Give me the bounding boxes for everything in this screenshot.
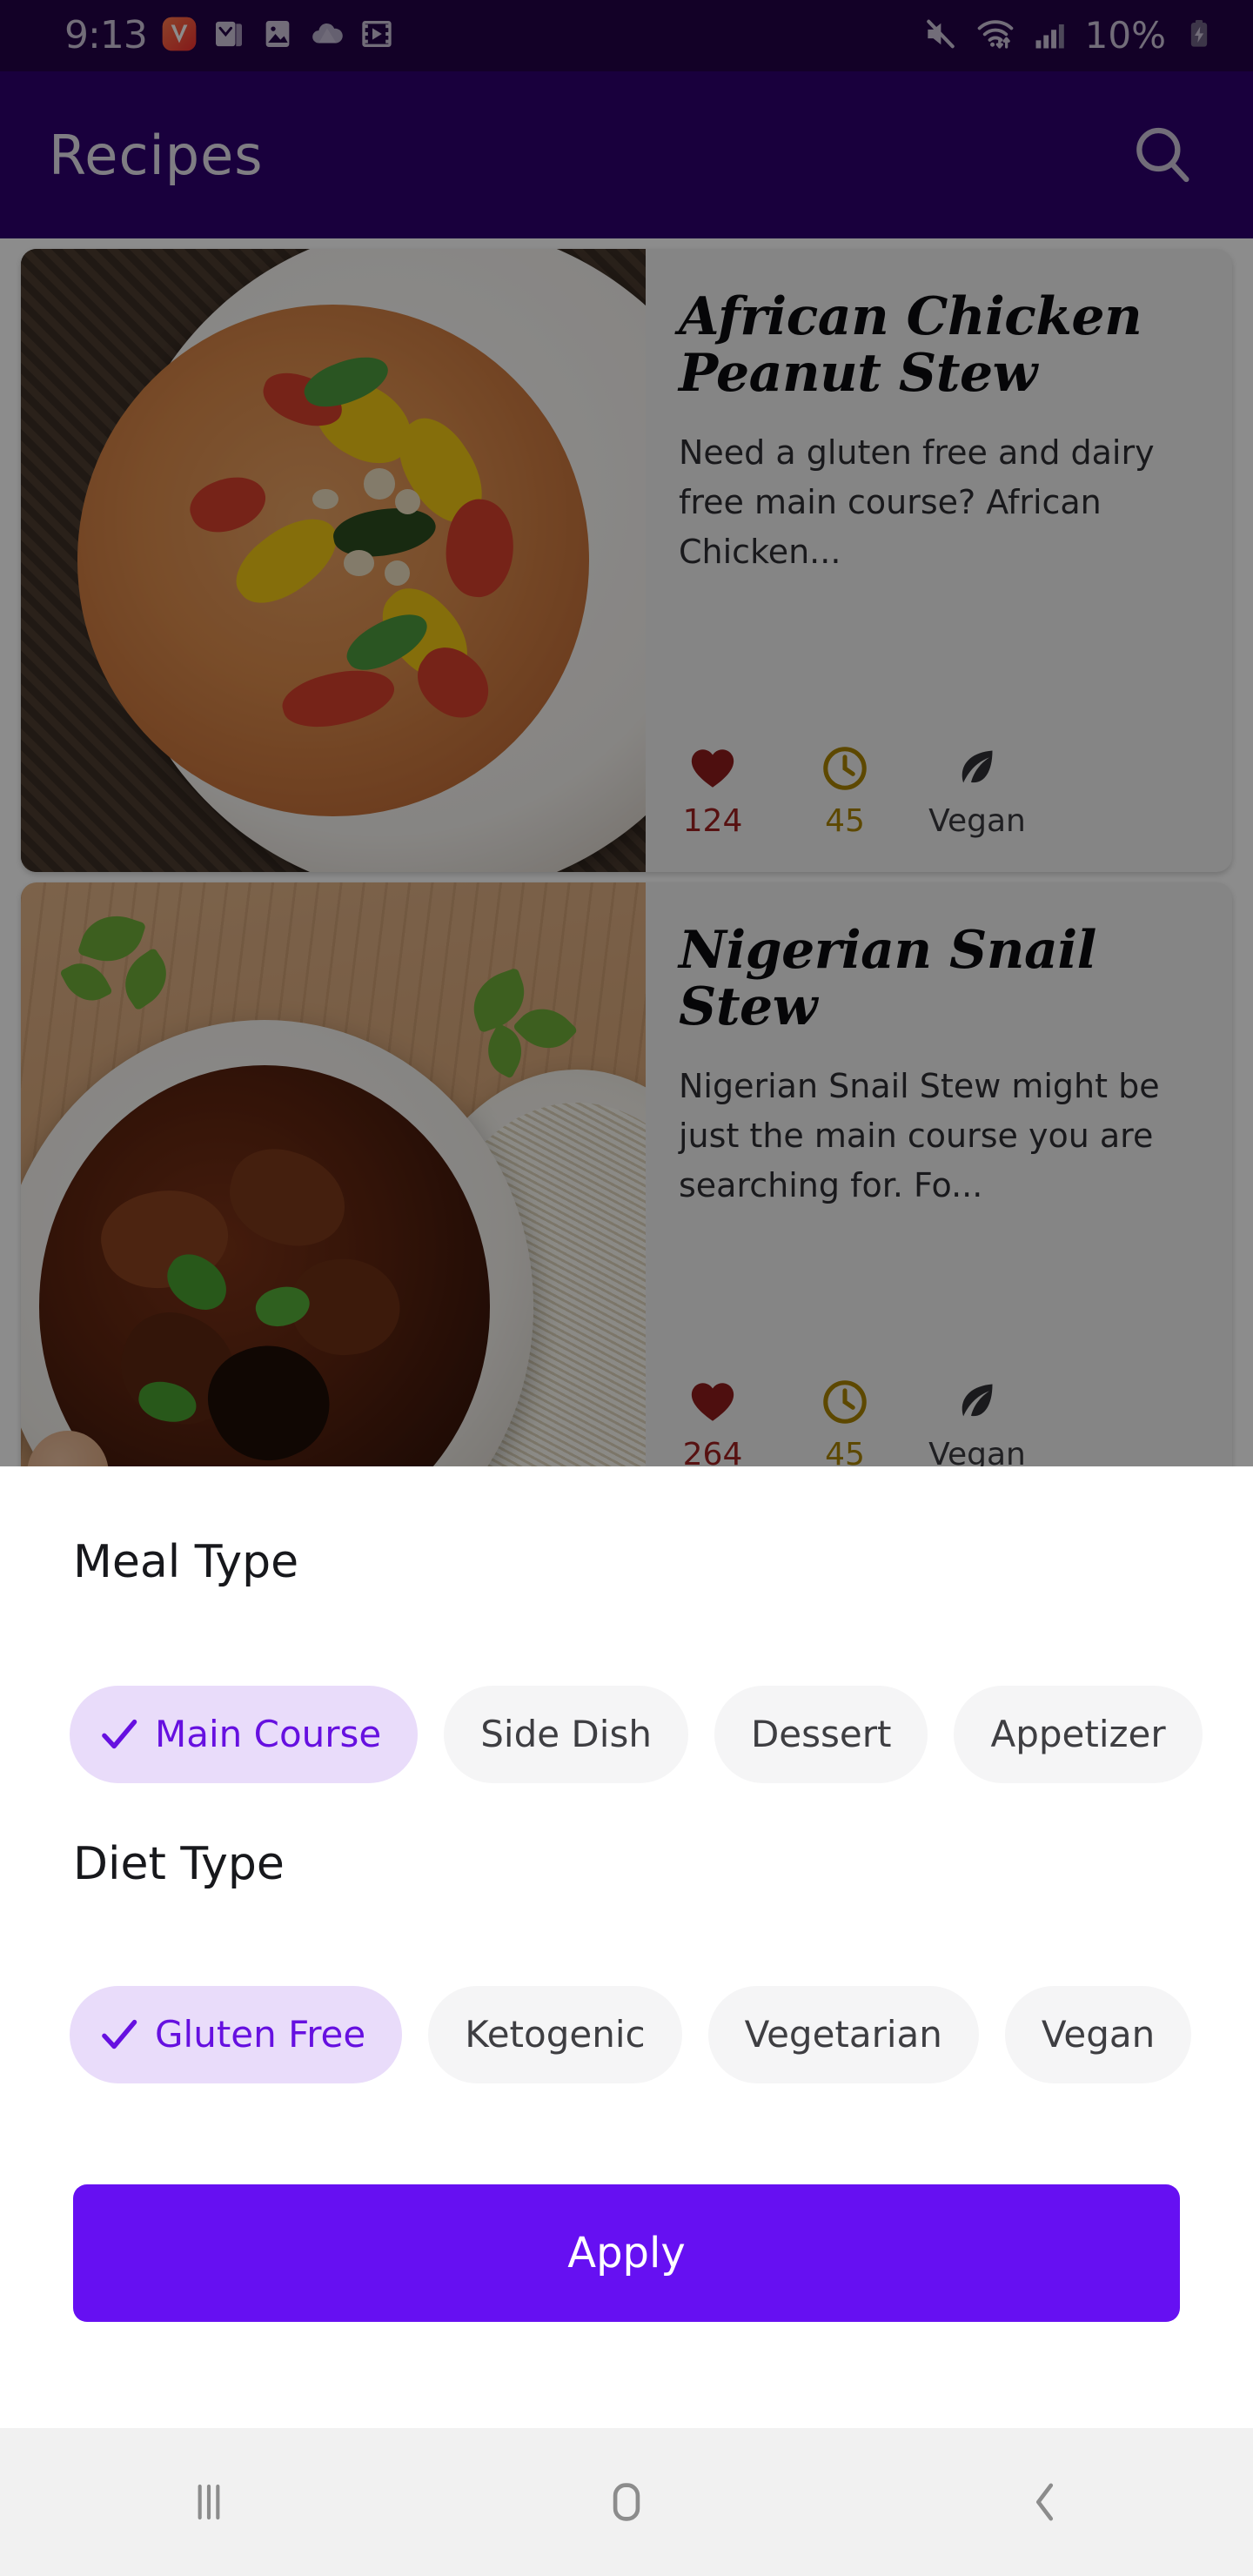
chip-vegan[interactable]: Vegan xyxy=(1004,1986,1192,2083)
meal-type-chip-row[interactable]: Main Course Side Dish Dessert Appetizer xyxy=(0,1682,1253,1787)
chip-appetizer[interactable]: Appetizer xyxy=(954,1686,1203,1783)
chip-label: Dessert xyxy=(750,1713,892,1755)
chip-label: Side Dish xyxy=(480,1713,652,1755)
chip-label: Appetizer xyxy=(990,1713,1166,1755)
system-nav-bar xyxy=(0,2428,1253,2576)
chip-side-dish[interactable]: Side Dish xyxy=(444,1686,688,1783)
chip-main-course[interactable]: Main Course xyxy=(70,1686,419,1783)
check-icon xyxy=(96,2011,143,2058)
diet-type-chip-row[interactable]: Gluten Free Ketogenic Vegetarian Vegan xyxy=(0,1982,1253,2087)
chip-dessert[interactable]: Dessert xyxy=(714,1686,928,1783)
back-icon[interactable] xyxy=(835,2428,1253,2576)
chip-label: Gluten Free xyxy=(155,2013,366,2056)
chip-gluten-free[interactable]: Gluten Free xyxy=(70,1986,403,2083)
meal-type-heading: Meal Type xyxy=(73,1536,299,1588)
home-icon[interactable] xyxy=(418,2428,835,2576)
chip-label: Vegetarian xyxy=(744,2013,942,2056)
chip-label: Main Course xyxy=(155,1713,382,1755)
chip-label: Vegan xyxy=(1041,2013,1156,2056)
recents-icon[interactable] xyxy=(0,2428,418,2576)
diet-type-heading: Diet Type xyxy=(73,1838,285,1890)
apply-button[interactable]: Apply xyxy=(73,2184,1180,2322)
chip-label: Ketogenic xyxy=(465,2013,646,2056)
modal-scrim[interactable] xyxy=(0,0,1253,1466)
chip-ketogenic[interactable]: Ketogenic xyxy=(428,1986,682,2083)
check-icon xyxy=(96,1711,143,1758)
chip-vegetarian[interactable]: Vegetarian xyxy=(707,1986,979,2083)
phone-screen: 9:13 10% Recipes African Chicken Peanut … xyxy=(0,0,1253,2576)
